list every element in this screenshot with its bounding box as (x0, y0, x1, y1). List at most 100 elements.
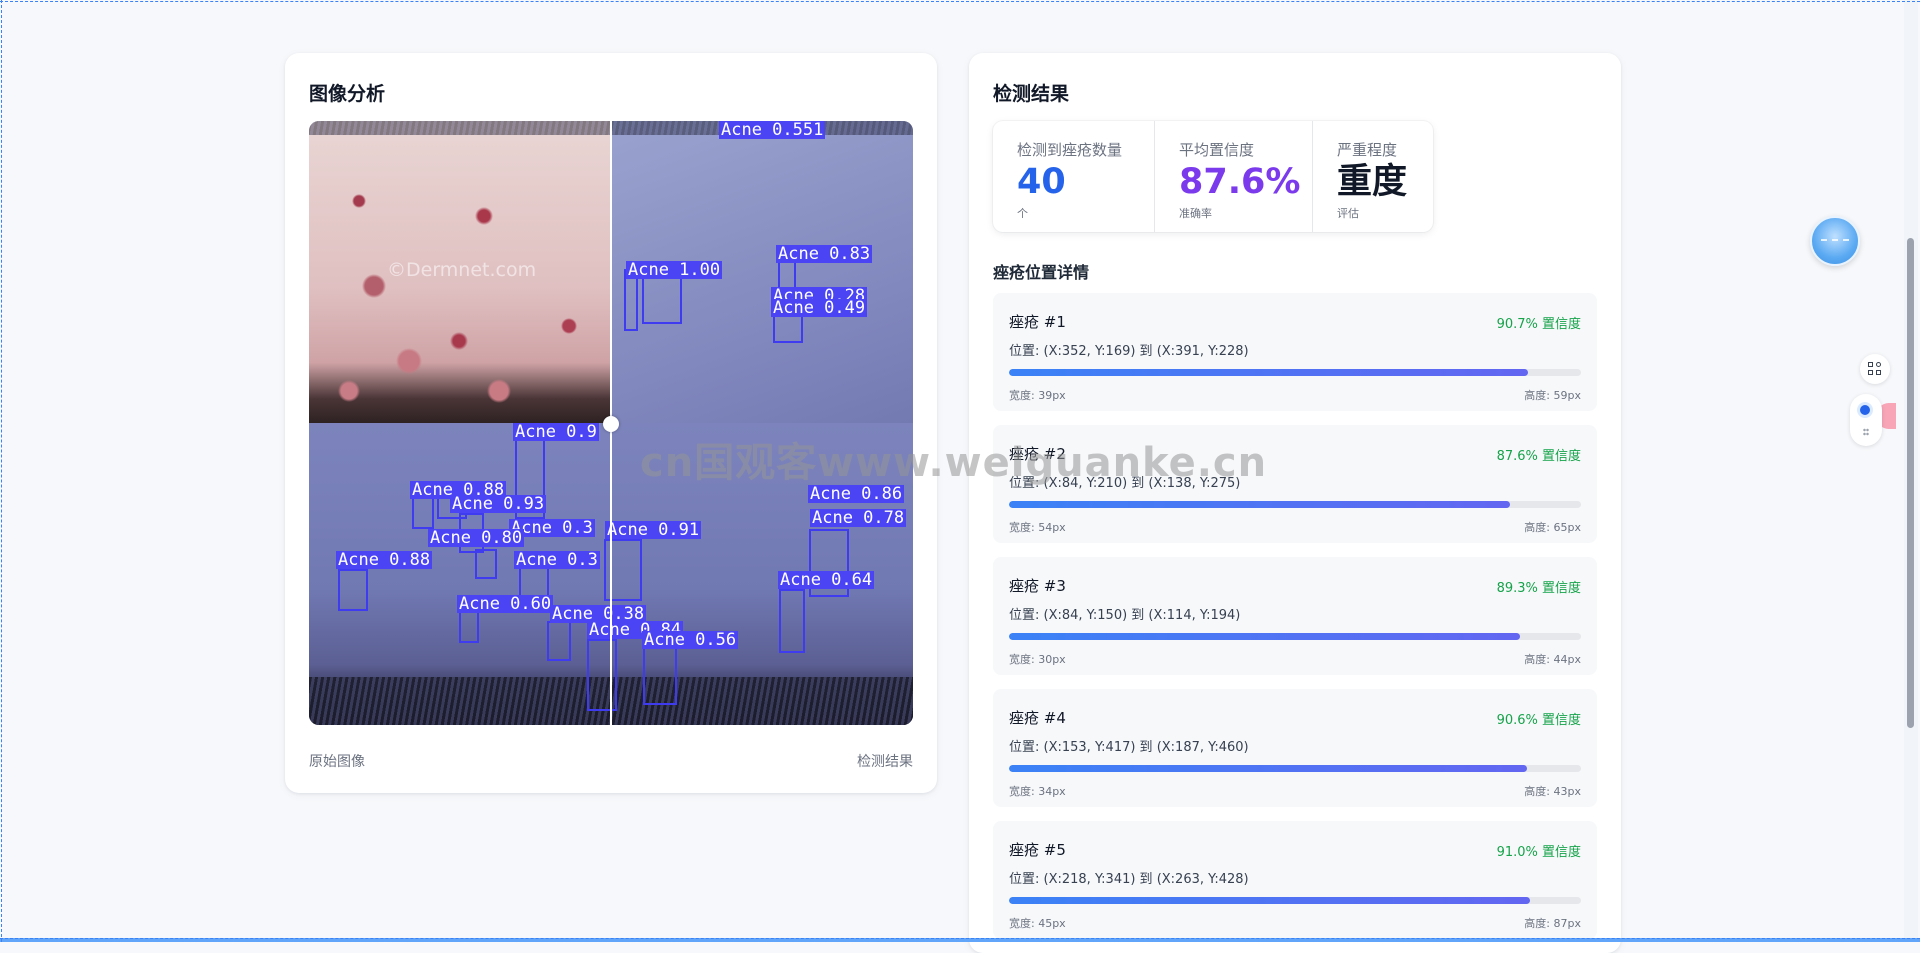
detection-label: Acne 0.60 (457, 594, 554, 614)
grid-add-icon[interactable] (1860, 354, 1890, 384)
original-image: ©Dermnet.com (309, 121, 611, 423)
acne-dimensions: 宽度: 34px 高度: 43px (1009, 783, 1581, 798)
acne-confidence: 91.0% 置信度 (1496, 845, 1581, 860)
acne-height: 高度: 44px (1524, 653, 1581, 666)
hairline (309, 121, 611, 135)
stat-value: 87.6% (1179, 162, 1301, 202)
list-item[interactable]: 痤疮 #4 90.6% 置信度 位置: (X:153, Y:417) 到 (X:… (993, 689, 1597, 807)
detection-box (587, 639, 617, 711)
detection-label: Acne 0.3 (514, 550, 600, 570)
viewport-border-left (1, 0, 2, 942)
scrollbar-thumb[interactable] (1907, 238, 1914, 728)
acne-dimensions: 宽度: 30px 高度: 44px (1009, 651, 1581, 666)
assistant-glyph (1821, 239, 1849, 241)
original-image-caption: 原始图像 (309, 754, 365, 770)
acne-width: 宽度: 30px (1009, 653, 1066, 666)
detection-box (475, 549, 497, 579)
stat-label: 平均置信度 (1179, 141, 1255, 159)
grid-glyph (1868, 362, 1882, 376)
confidence-bar-fill (1009, 765, 1528, 772)
confidence-bar-fill (1009, 633, 1520, 640)
confidence-bar-fill (1009, 369, 1528, 376)
viewport-border-bottom (0, 938, 1920, 939)
detection-label: Acne 0.83 (776, 244, 873, 264)
acne-dimensions: 宽度: 39px 高度: 59px (1009, 387, 1581, 402)
acne-name: 痤疮 #1 (1009, 313, 1066, 331)
image-analysis-card: 图像分析 ©Dermnet.com Acne 0.551 Acne 1.00 A… (285, 53, 937, 793)
acne-confidence: 87.6% 置信度 (1496, 449, 1581, 464)
acne-position: 位置: (X:84, Y:150) 到 (X:114, Y:194) (1009, 608, 1241, 623)
acne-height: 高度: 59px (1524, 389, 1581, 402)
acne-name: 痤疮 #5 (1009, 841, 1066, 859)
detection-label: Acne 0.64 (778, 570, 875, 590)
detection-label: Acne 0.93 (450, 494, 547, 514)
confidence-bar (1009, 897, 1581, 904)
results-title: 检测结果 (993, 83, 1070, 105)
acne-width: 宽度: 34px (1009, 785, 1066, 798)
confidence-bar (1009, 501, 1581, 508)
acne-list: 痤疮 #1 90.7% 置信度 位置: (X:352, Y:169) 到 (X:… (993, 293, 1597, 953)
detection-label: Acne 1.00 (626, 260, 723, 280)
detection-box (338, 569, 368, 611)
detection-box (643, 647, 677, 705)
acne-height: 高度: 65px (1524, 521, 1581, 534)
side-toolbar[interactable] (1850, 394, 1882, 446)
stat-unit: 个 (1017, 207, 1028, 220)
list-item[interactable]: 痤疮 #5 91.0% 置信度 位置: (X:218, Y:341) 到 (X:… (993, 821, 1597, 939)
detection-label: Acne 0.80 (428, 528, 525, 548)
detection-label: Acne 0.78 (810, 508, 907, 528)
detection-label: Acne 0.551 (719, 121, 826, 140)
acne-name: 痤疮 #3 (1009, 577, 1066, 595)
detection-box (547, 621, 571, 661)
viewport-border-top (0, 1, 1920, 2)
overlay-watermark: cn国观客www.weiguanke.cn (640, 440, 1268, 486)
compare-slider-handle[interactable] (603, 416, 619, 432)
acne-width: 宽度: 39px (1009, 389, 1066, 402)
list-item[interactable]: 痤疮 #3 89.3% 置信度 位置: (X:84, Y:150) 到 (X:1… (993, 557, 1597, 675)
result-image-caption: 检测结果 (857, 754, 913, 770)
image-compare-viewer[interactable]: ©Dermnet.com Acne 0.551 Acne 1.00 Acne 0… (309, 121, 913, 725)
stat-acne-count: 检测到痤疮数量 40 个 (993, 121, 1154, 232)
stat-unit: 准确率 (1179, 207, 1212, 220)
acne-width: 宽度: 54px (1009, 521, 1066, 534)
detection-label: Acne 0.56 (642, 630, 739, 650)
stat-average-confidence: 平均置信度 87.6% 准确率 (1154, 121, 1312, 232)
detection-label: Acne 0.88 (336, 550, 433, 570)
stat-unit: 评估 (1337, 207, 1359, 220)
confidence-bar (1009, 633, 1581, 640)
acne-dimensions: 宽度: 54px 高度: 65px (1009, 519, 1581, 534)
acne-confidence: 90.7% 置信度 (1496, 317, 1581, 332)
acne-confidence: 89.3% 置信度 (1496, 581, 1581, 596)
confidence-bar-fill (1009, 501, 1511, 508)
acne-details-title: 痤疮位置详情 (993, 263, 1090, 282)
stat-label: 严重程度 (1337, 141, 1398, 159)
image-watermark: ©Dermnet.com (387, 259, 537, 281)
stat-label: 检测到痤疮数量 (1017, 141, 1123, 159)
acne-position: 位置: (X:352, Y:169) 到 (X:391, Y:228) (1009, 344, 1249, 359)
detection-label: Acne 0.9 (513, 422, 599, 442)
confidence-bar-fill (1009, 897, 1530, 904)
acne-confidence: 90.6% 置信度 (1496, 713, 1581, 728)
acne-position: 位置: (X:218, Y:341) 到 (X:263, Y:428) (1009, 872, 1249, 887)
acne-name: 痤疮 #4 (1009, 709, 1066, 727)
stat-value: 40 (1017, 162, 1066, 202)
acne-height: 高度: 87px (1524, 917, 1581, 930)
acne-height: 高度: 43px (1524, 785, 1581, 798)
acne-position: 位置: (X:153, Y:417) 到 (X:187, Y:460) (1009, 740, 1249, 755)
stats-panel: 检测到痤疮数量 40 个 平均置信度 87.6% 准确率 严重程度 重度 评估 (993, 121, 1433, 232)
confidence-bar (1009, 765, 1581, 772)
drag-handle-icon[interactable] (1863, 428, 1869, 436)
page-scrollbar[interactable] (1904, 0, 1918, 942)
acne-width: 宽度: 45px (1009, 917, 1066, 930)
list-item[interactable]: 痤疮 #1 90.7% 置信度 位置: (X:352, Y:169) 到 (X:… (993, 293, 1597, 411)
floating-assistant-icon[interactable] (1810, 216, 1860, 266)
stat-value: 重度 (1337, 162, 1408, 202)
detection-label: Acne 0.91 (605, 520, 702, 540)
detection-label: Acne 0.49 (771, 298, 868, 318)
image-analysis-title: 图像分析 (309, 83, 386, 105)
chat-bubble-icon[interactable] (1857, 402, 1873, 418)
acne-dimensions: 宽度: 45px 高度: 87px (1009, 915, 1581, 930)
confidence-bar (1009, 369, 1581, 376)
detection-results-card: 检测结果 检测到痤疮数量 40 个 平均置信度 87.6% 准确率 严重程度 重… (969, 53, 1621, 953)
detection-box (779, 589, 805, 653)
